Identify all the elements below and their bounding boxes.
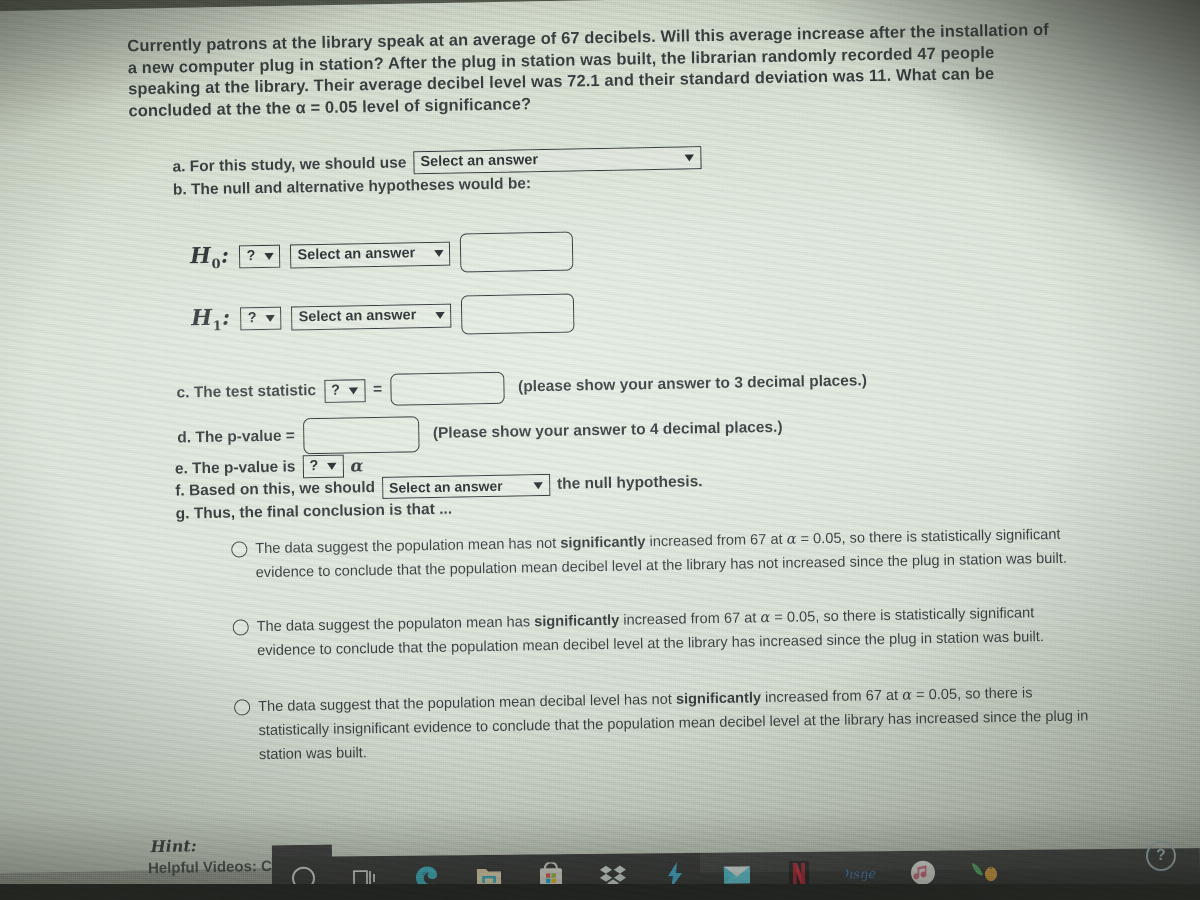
- conclusion-option-2[interactable]: The data suggest the populaton mean has …: [232, 600, 1091, 663]
- h1-parameter-select[interactable]: Select an answer ▼: [291, 303, 452, 330]
- chevron-down-icon: ▼: [260, 248, 277, 264]
- homework-page: Currently patrons at the library speak a…: [0, 0, 1200, 900]
- radio-button-icon[interactable]: [231, 541, 248, 558]
- step-f-label-left: f. Based on this, we should: [175, 479, 376, 500]
- chevron-down-icon: ▼: [529, 477, 547, 492]
- h0-row: H0: ? ▼ Select an answer ▼: [190, 231, 574, 277]
- study-type-select[interactable]: Select an answer ▼: [413, 146, 702, 175]
- p-value-comparison-value: ?: [309, 458, 319, 475]
- h1-symbol-value: ?: [247, 310, 257, 327]
- conclusion-option-2-text: The data suggest the populaton mean has …: [256, 605, 1045, 660]
- alpha-symbol: α: [350, 455, 364, 476]
- test-statistic-type-select[interactable]: ? ▼: [323, 378, 366, 403]
- decision-select-value: Select an answer: [388, 477, 503, 496]
- h1-row: H1: ? ▼ Select an answer ▼: [191, 293, 575, 339]
- h1-symbol-select[interactable]: ? ▼: [240, 306, 282, 331]
- h0-parameter-value: Select an answer: [297, 245, 416, 264]
- h0-symbol-value: ?: [246, 248, 256, 265]
- step-c-label: c. The test statistic: [176, 382, 317, 402]
- taskbar-bottom-shadow: [0, 884, 1200, 900]
- chevron-down-icon: ▼: [261, 310, 278, 326]
- step-f-label-right: the null hypothesis.: [556, 473, 703, 493]
- conclusion-option-1[interactable]: The data suggest the population mean has…: [231, 522, 1090, 585]
- h0-label: H0:: [189, 242, 230, 273]
- radio-button-icon[interactable]: [232, 619, 249, 636]
- h0-symbol-select[interactable]: ? ▼: [239, 244, 281, 269]
- step-e: e. The p-value is ? ▼ α: [175, 454, 364, 480]
- h1-parameter-value: Select an answer: [298, 307, 417, 326]
- step-d: d. The p-value = (Please show your answe…: [177, 410, 783, 457]
- h0-value-input[interactable]: [460, 231, 574, 273]
- chevron-down-icon: ▼: [431, 307, 448, 322]
- step-a: a. For this study, we should use Select …: [172, 146, 702, 178]
- study-type-select-value: Select an answer: [420, 152, 539, 171]
- h0-parameter-select[interactable]: Select an answer ▼: [290, 241, 451, 268]
- step-c: c. The test statistic ? ▼ = (please show…: [176, 365, 867, 409]
- conclusion-option-3[interactable]: The data suggest that the population mea…: [233, 680, 1093, 767]
- chevron-down-icon: ▼: [681, 150, 698, 165]
- radio-button-icon[interactable]: [233, 699, 251, 716]
- step-b-label: b. The null and alternative hypotheses w…: [172, 175, 532, 199]
- chevron-down-icon: ▼: [430, 245, 447, 260]
- chevron-down-icon: ▼: [344, 382, 362, 398]
- conclusion-option-3-text: The data suggest that the population mea…: [257, 685, 1089, 764]
- step-d-label: d. The p-value =: [177, 427, 296, 447]
- conclusion-option-1-text: The data suggest the population mean has…: [255, 526, 1068, 582]
- test-statistic-input[interactable]: [389, 371, 505, 406]
- hint-label: Hint:: [150, 836, 197, 857]
- help-icon[interactable]: ?: [1145, 840, 1177, 872]
- step-g-label: g. Thus, the final conclusion is that ..…: [175, 500, 453, 523]
- monitor-photo: Currently patrons at the library speak a…: [0, 0, 1200, 900]
- p-value-comparison-select[interactable]: ? ▼: [302, 454, 344, 479]
- step-c-equals: =: [372, 380, 383, 399]
- step-a-label: a. For this study, we should use: [172, 153, 407, 176]
- test-statistic-type-value: ?: [330, 382, 341, 399]
- chevron-down-icon: ▼: [323, 458, 340, 473]
- question-body: Currently patrons at the library speak a…: [127, 20, 1049, 120]
- question-text: Currently patrons at the library speak a…: [127, 20, 1058, 123]
- step-d-note: (Please show your answer to 4 decimal pl…: [432, 418, 783, 442]
- h1-value-input[interactable]: [461, 293, 575, 335]
- step-c-note: (please show your answer to 3 decimal pl…: [517, 372, 868, 396]
- svg-text:Ɗısŋey: Ɗısŋey: [846, 867, 876, 882]
- decision-select[interactable]: Select an answer ▼: [381, 473, 551, 499]
- h1-label: H1:: [190, 304, 231, 335]
- step-e-label: e. The p-value is: [174, 457, 296, 478]
- p-value-input[interactable]: [302, 416, 420, 455]
